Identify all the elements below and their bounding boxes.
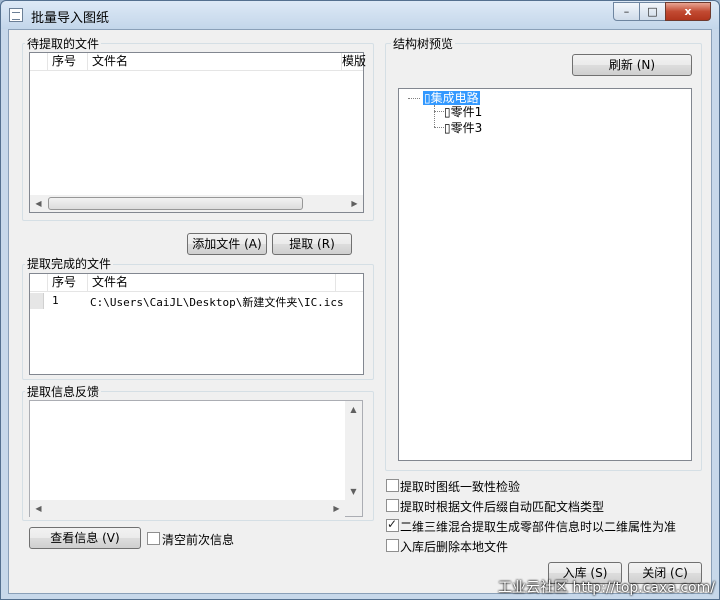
pending-files-label: 待提取的文件 xyxy=(25,35,102,52)
view-info-button[interactable]: 查看信息 (V) xyxy=(29,527,141,549)
col-filename-header[interactable]: 文件名 xyxy=(88,53,342,71)
row-header-cell xyxy=(30,53,48,71)
row-selector[interactable] xyxy=(30,293,44,309)
tree-node-part-1[interactable]: ▯零件1 xyxy=(444,105,482,119)
pending-files-hscrollbar[interactable]: ◀ ▶ xyxy=(30,195,363,212)
row-index: 1 xyxy=(52,294,59,307)
scroll-up-arrow[interactable]: ▲ xyxy=(345,401,362,418)
col-index-header[interactable]: 序号 xyxy=(48,53,88,71)
row-header-cell xyxy=(30,274,48,292)
tree-node-root[interactable]: ▯集成电路 xyxy=(423,91,480,105)
tree-preview-label: 结构树预览 xyxy=(391,35,456,52)
feedback-textarea[interactable]: ▲ ▼ ◀ ▶ xyxy=(29,400,363,517)
tree-connector xyxy=(434,105,435,127)
feedback-vscrollbar[interactable]: ▲ ▼ xyxy=(345,401,362,500)
clear-previous-label[interactable]: 清空前次信息 xyxy=(162,531,234,548)
scroll-left-arrow[interactable]: ◀ xyxy=(30,500,47,517)
watermark-text: 工业云社区 http://top.caxa.com/ xyxy=(498,580,715,596)
scroll-down-arrow[interactable]: ▼ xyxy=(345,483,362,500)
close-window-button[interactable]: x xyxy=(665,2,711,21)
scroll-right-arrow[interactable]: ▶ xyxy=(346,195,363,212)
scroll-thumb[interactable] xyxy=(48,197,303,210)
feedback-hscrollbar[interactable]: ◀ ▶ xyxy=(30,500,345,517)
row-filename: C:\Users\CaiJL\Desktop\新建文件夹\IC.ics xyxy=(90,296,344,309)
option-consistency-check-checkbox[interactable] xyxy=(386,479,399,492)
option-consistency-check-label[interactable]: 提取时图纸一致性检验 xyxy=(400,478,520,495)
feedback-label: 提取信息反馈 xyxy=(25,383,102,400)
scroll-right-arrow[interactable]: ▶ xyxy=(328,500,345,517)
tree-connector xyxy=(434,111,444,112)
completed-files-list[interactable]: 序号 文件名 1 C:\Users\CaiJL\Desktop\新建文件夹\IC… xyxy=(29,273,364,375)
scroll-left-arrow[interactable]: ◀ xyxy=(30,195,47,212)
col-filename-header[interactable]: 文件名 xyxy=(88,274,336,292)
title-bar[interactable]: 批量导入图纸 – □ x xyxy=(1,1,719,29)
minimize-button[interactable]: – xyxy=(613,2,640,21)
structure-tree[interactable]: ▯集成电路 ▯零件1 ▯零件3 xyxy=(398,88,692,461)
tree-node-root-label[interactable]: ▯集成电路 xyxy=(423,91,480,105)
table-row[interactable]: 1 C:\Users\CaiJL\Desktop\新建文件夹\IC.ics xyxy=(30,293,363,310)
tree-connector xyxy=(434,127,444,128)
app-icon xyxy=(9,8,23,22)
header-filler xyxy=(336,274,363,292)
add-file-button[interactable]: 添加文件 (A) xyxy=(187,233,267,255)
tree-node-part-3[interactable]: ▯零件3 xyxy=(444,121,482,135)
dialog-window: 批量导入图纸 – □ x 待提取的文件 序号 文件名 模版 ◀ ▶ 添加文件 (… xyxy=(0,0,720,600)
option-auto-match-type-checkbox[interactable] xyxy=(386,499,399,512)
option-2d-priority-label[interactable]: 二维三维混合提取生成零部件信息时以二维属性为准 xyxy=(400,518,676,535)
option-delete-local-checkbox[interactable] xyxy=(386,539,399,552)
clear-previous-checkbox[interactable] xyxy=(147,532,160,545)
extract-button[interactable]: 提取 (R) xyxy=(272,233,352,255)
option-auto-match-type-label[interactable]: 提取时根据文件后缀自动匹配文档类型 xyxy=(400,498,604,515)
window-title: 批量导入图纸 xyxy=(31,11,110,26)
col-index-header[interactable]: 序号 xyxy=(48,274,88,292)
tree-connector xyxy=(408,98,420,99)
refresh-button[interactable]: 刷新 (N) xyxy=(572,54,692,76)
col-template-header[interactable]: 模版 xyxy=(342,53,366,71)
scroll-corner xyxy=(345,500,362,516)
completed-files-label: 提取完成的文件 xyxy=(25,255,114,272)
pending-files-list[interactable]: 序号 文件名 模版 ◀ ▶ xyxy=(29,52,366,213)
option-delete-local-label[interactable]: 入库后删除本地文件 xyxy=(400,538,508,555)
maximize-button[interactable]: □ xyxy=(639,2,666,21)
dialog-client-area: 待提取的文件 序号 文件名 模版 ◀ ▶ 添加文件 (A) 提取 (R) 提取完… xyxy=(8,29,712,594)
option-2d-priority-checkbox[interactable] xyxy=(386,517,399,532)
